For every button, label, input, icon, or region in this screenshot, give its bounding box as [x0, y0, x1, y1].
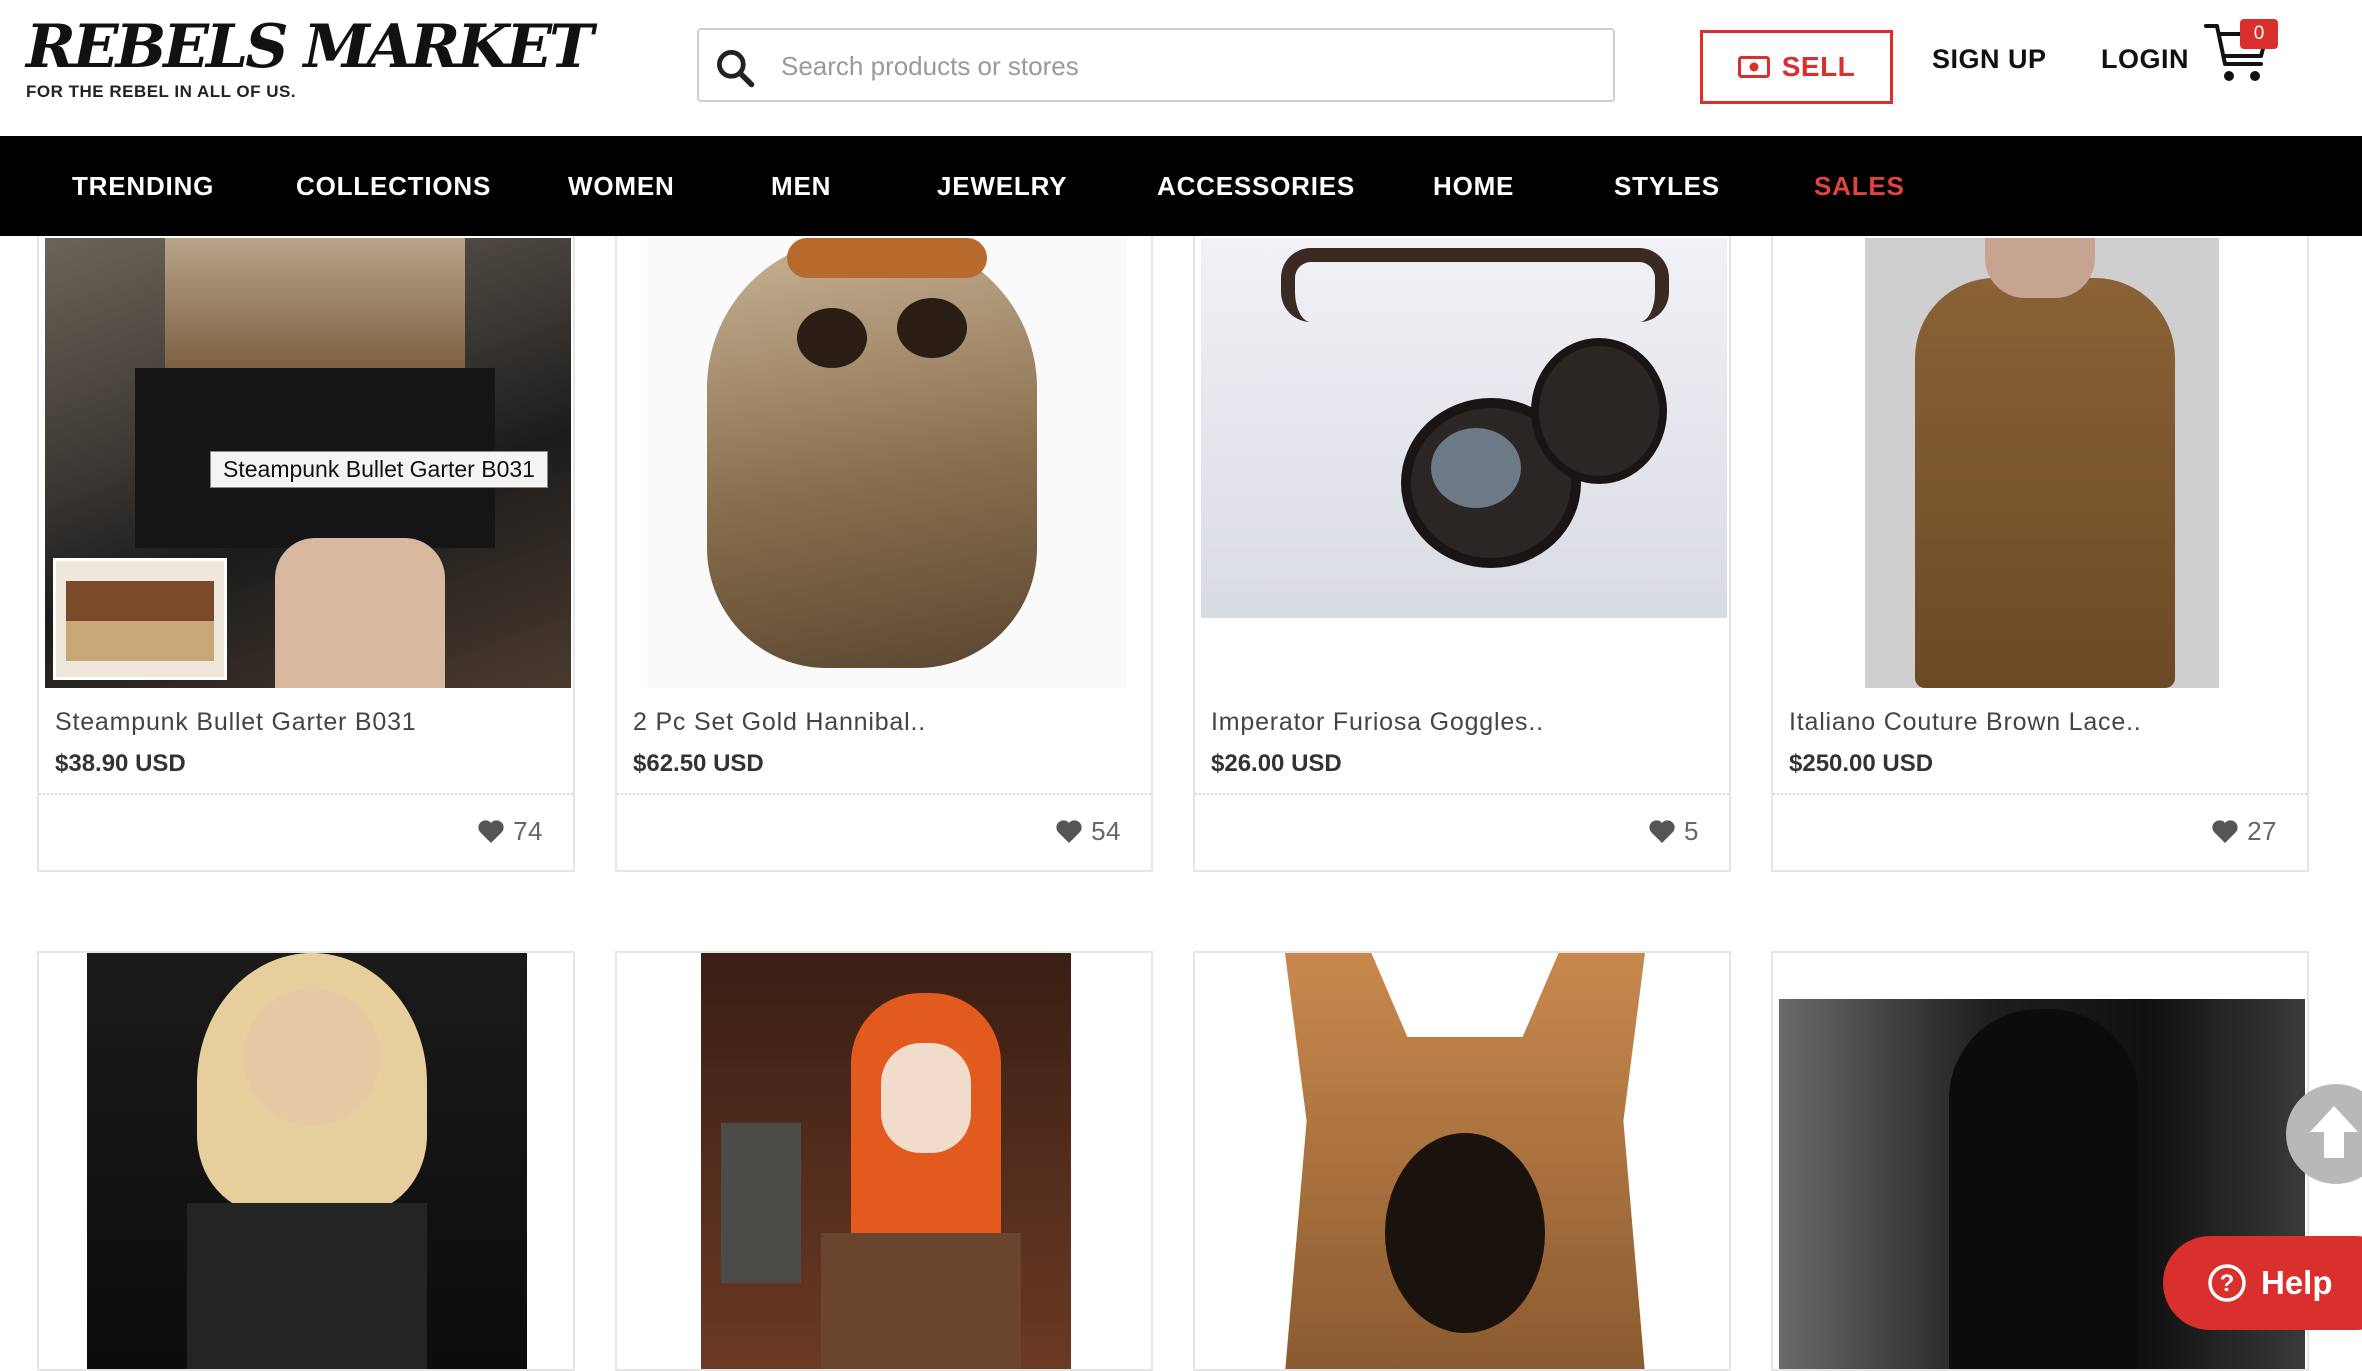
- site-header: REBELS MARKET FOR THE REBEL IN ALL OF US…: [0, 0, 2362, 136]
- nav-item-styles[interactable]: STYLES: [1614, 136, 1720, 236]
- image-tooltip: Steampunk Bullet Garter B031: [210, 451, 548, 488]
- product-card[interactable]: [1193, 951, 1731, 1371]
- product-price: $38.90 USD: [55, 750, 186, 777]
- nav-item-women[interactable]: WOMEN: [568, 136, 675, 236]
- product-card[interactable]: [615, 951, 1153, 1371]
- brand-name: REBELS MARKET: [26, 12, 594, 82]
- brand-logo[interactable]: REBELS MARKET FOR THE REBEL IN ALL OF US…: [26, 12, 594, 102]
- search-icon[interactable]: [713, 46, 757, 90]
- sell-label: SELL: [1781, 51, 1856, 82]
- like-count: 74: [513, 816, 543, 846]
- card-divider: [39, 793, 573, 795]
- card-divider: [617, 793, 1151, 795]
- card-divider: [1773, 793, 2307, 795]
- nav-item-jewelry[interactable]: JEWELRY: [937, 136, 1067, 236]
- svg-text:?: ?: [2220, 1270, 2235, 1297]
- product-title[interactable]: Italiano Couture Brown Lace..: [1789, 708, 2142, 737]
- nav-item-trending[interactable]: TRENDING: [72, 136, 214, 236]
- product-price: $250.00 USD: [1789, 750, 1934, 777]
- heart-icon: [478, 820, 504, 843]
- nav-item-accessories[interactable]: ACCESSORIES: [1157, 136, 1355, 236]
- nav-item-home[interactable]: HOME: [1433, 136, 1514, 236]
- product-image[interactable]: [1275, 953, 1653, 1369]
- nav-item-men[interactable]: MEN: [771, 136, 831, 236]
- question-icon: ?: [2208, 1264, 2246, 1302]
- like-count: 54: [1091, 816, 1121, 846]
- product-card[interactable]: [37, 951, 575, 1371]
- product-card[interactable]: 2 Pc Set Gold Hannibal.. $62.50 USD 54: [615, 150, 1153, 872]
- main-nav: TRENDING COLLECTIONS WOMEN MEN JEWELRY A…: [0, 136, 2362, 236]
- like-count: 5: [1684, 816, 1699, 846]
- like-button[interactable]: 54: [1055, 816, 1121, 847]
- product-thumbnail[interactable]: [53, 558, 227, 680]
- search-box[interactable]: [697, 28, 1615, 102]
- product-price: $62.50 USD: [633, 750, 764, 777]
- search-input[interactable]: [779, 30, 1603, 102]
- product-image[interactable]: [1201, 238, 1727, 618]
- heart-icon: [1649, 820, 1675, 843]
- sell-button[interactable]: SELL: [1700, 30, 1893, 104]
- heart-icon: [2212, 820, 2238, 843]
- product-card[interactable]: Steampunk Bullet Garter B031 $38.90 USD …: [37, 150, 575, 872]
- like-button[interactable]: 5: [1648, 816, 1699, 847]
- nav-item-sales[interactable]: SALES: [1814, 136, 1905, 236]
- product-image[interactable]: [701, 953, 1071, 1369]
- card-divider: [1195, 793, 1729, 795]
- product-card[interactable]: Imperator Furiosa Goggles.. $26.00 USD 5: [1193, 150, 1731, 872]
- brand-tagline: FOR THE REBEL IN ALL OF US.: [26, 82, 297, 101]
- product-title[interactable]: 2 Pc Set Gold Hannibal..: [633, 708, 926, 737]
- product-price: $26.00 USD: [1211, 750, 1342, 777]
- arrow-up-icon: [2310, 1106, 2358, 1158]
- cart-count-badge: 0: [2240, 19, 2278, 49]
- signup-link[interactable]: SIGN UP: [1932, 44, 2047, 75]
- like-button[interactable]: 27: [2211, 816, 2277, 847]
- login-link[interactable]: LOGIN: [2101, 44, 2189, 75]
- help-button[interactable]: ? Help: [2163, 1236, 2362, 1330]
- help-label: Help: [2261, 1264, 2333, 1301]
- nav-item-collections[interactable]: COLLECTIONS: [296, 136, 491, 236]
- product-image[interactable]: [87, 953, 527, 1369]
- product-image[interactable]: [647, 238, 1127, 688]
- product-title[interactable]: Steampunk Bullet Garter B031: [55, 708, 416, 737]
- product-title[interactable]: Imperator Furiosa Goggles..: [1211, 708, 1544, 737]
- product-image[interactable]: [1865, 238, 2219, 688]
- like-count: 27: [2247, 816, 2277, 846]
- heart-icon: [1056, 820, 1082, 843]
- product-card[interactable]: Italiano Couture Brown Lace.. $250.00 US…: [1771, 150, 2309, 872]
- money-icon: [1737, 56, 1770, 78]
- like-button[interactable]: 74: [477, 816, 543, 847]
